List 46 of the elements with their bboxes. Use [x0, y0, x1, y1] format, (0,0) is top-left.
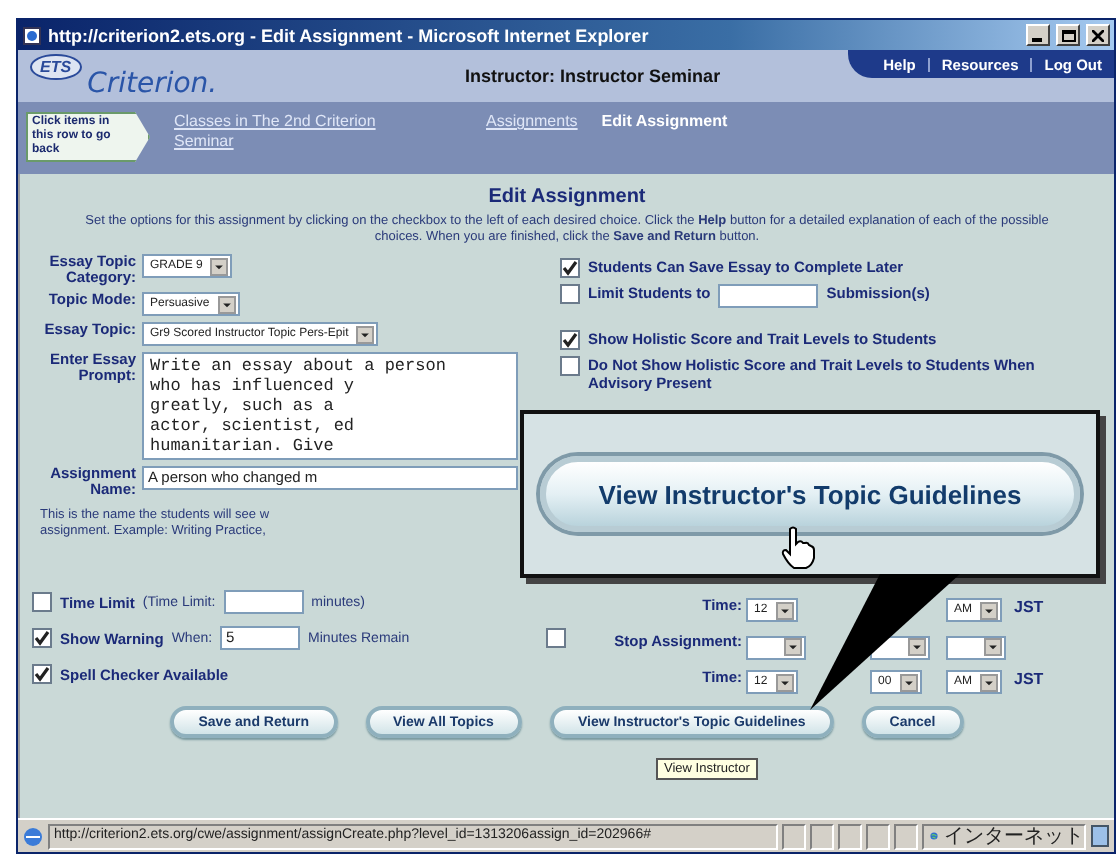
status-panel	[894, 823, 918, 849]
caret-icon	[984, 638, 1002, 656]
status-panel	[838, 823, 862, 849]
logo-text: Criterion.	[87, 68, 218, 100]
globe-icon	[930, 826, 938, 846]
caret-icon	[980, 673, 998, 691]
maximize-button[interactable]	[1056, 24, 1080, 46]
checkbox[interactable]	[560, 258, 580, 278]
checkbox[interactable]	[32, 592, 52, 612]
close-button[interactable]	[1086, 24, 1110, 46]
close-icon	[1092, 29, 1104, 41]
browser-page-icon	[22, 25, 42, 45]
document-icon	[1090, 824, 1110, 848]
checkbox[interactable]	[32, 628, 52, 648]
status-panel	[782, 823, 806, 849]
checkbox[interactable]	[560, 330, 580, 350]
zone-text: インターネット	[944, 825, 1084, 847]
timezone-label: JST	[1014, 598, 1044, 616]
timezone-label: JST	[1014, 670, 1044, 688]
window-title: http://criterion2.ets.org - Edit Assignment - Microsoft Internet Explorer	[48, 25, 651, 45]
caret-icon	[899, 673, 918, 691]
guidelines-button[interactable]: View Instructor's Topic Guidelines	[540, 456, 1080, 532]
caret-icon	[980, 601, 998, 619]
status-panel	[810, 823, 834, 849]
caret-icon	[356, 325, 375, 343]
checkbox[interactable]	[560, 284, 580, 304]
checkbox[interactable]	[32, 664, 52, 684]
hand-cursor-icon	[780, 526, 816, 570]
maximize-icon	[1061, 29, 1075, 41]
page-title: Edit Assignment	[486, 186, 648, 212]
caret-icon	[775, 673, 794, 691]
caret-icon	[210, 257, 229, 275]
caret-icon	[217, 295, 236, 313]
instructor-name: Instructor: Instructor Seminar	[463, 66, 723, 86]
logo-badge: ETS	[30, 54, 82, 80]
checkbox[interactable]	[546, 628, 566, 648]
caret-icon	[908, 638, 926, 656]
checkbox[interactable]	[560, 356, 580, 376]
input-field[interactable]	[223, 590, 304, 614]
minimize-button[interactable]	[1026, 24, 1050, 46]
current-page-label: Edit Assignment	[601, 112, 728, 132]
caret-icon	[775, 601, 794, 619]
prompt-textarea[interactable]: Write an essay about a person who has influenced y greatly, such as a actor, scientist, ed humanitarian. Give	[142, 352, 518, 460]
caret-icon	[784, 638, 802, 656]
status-panel	[866, 823, 890, 849]
input-field[interactable]	[718, 284, 819, 308]
